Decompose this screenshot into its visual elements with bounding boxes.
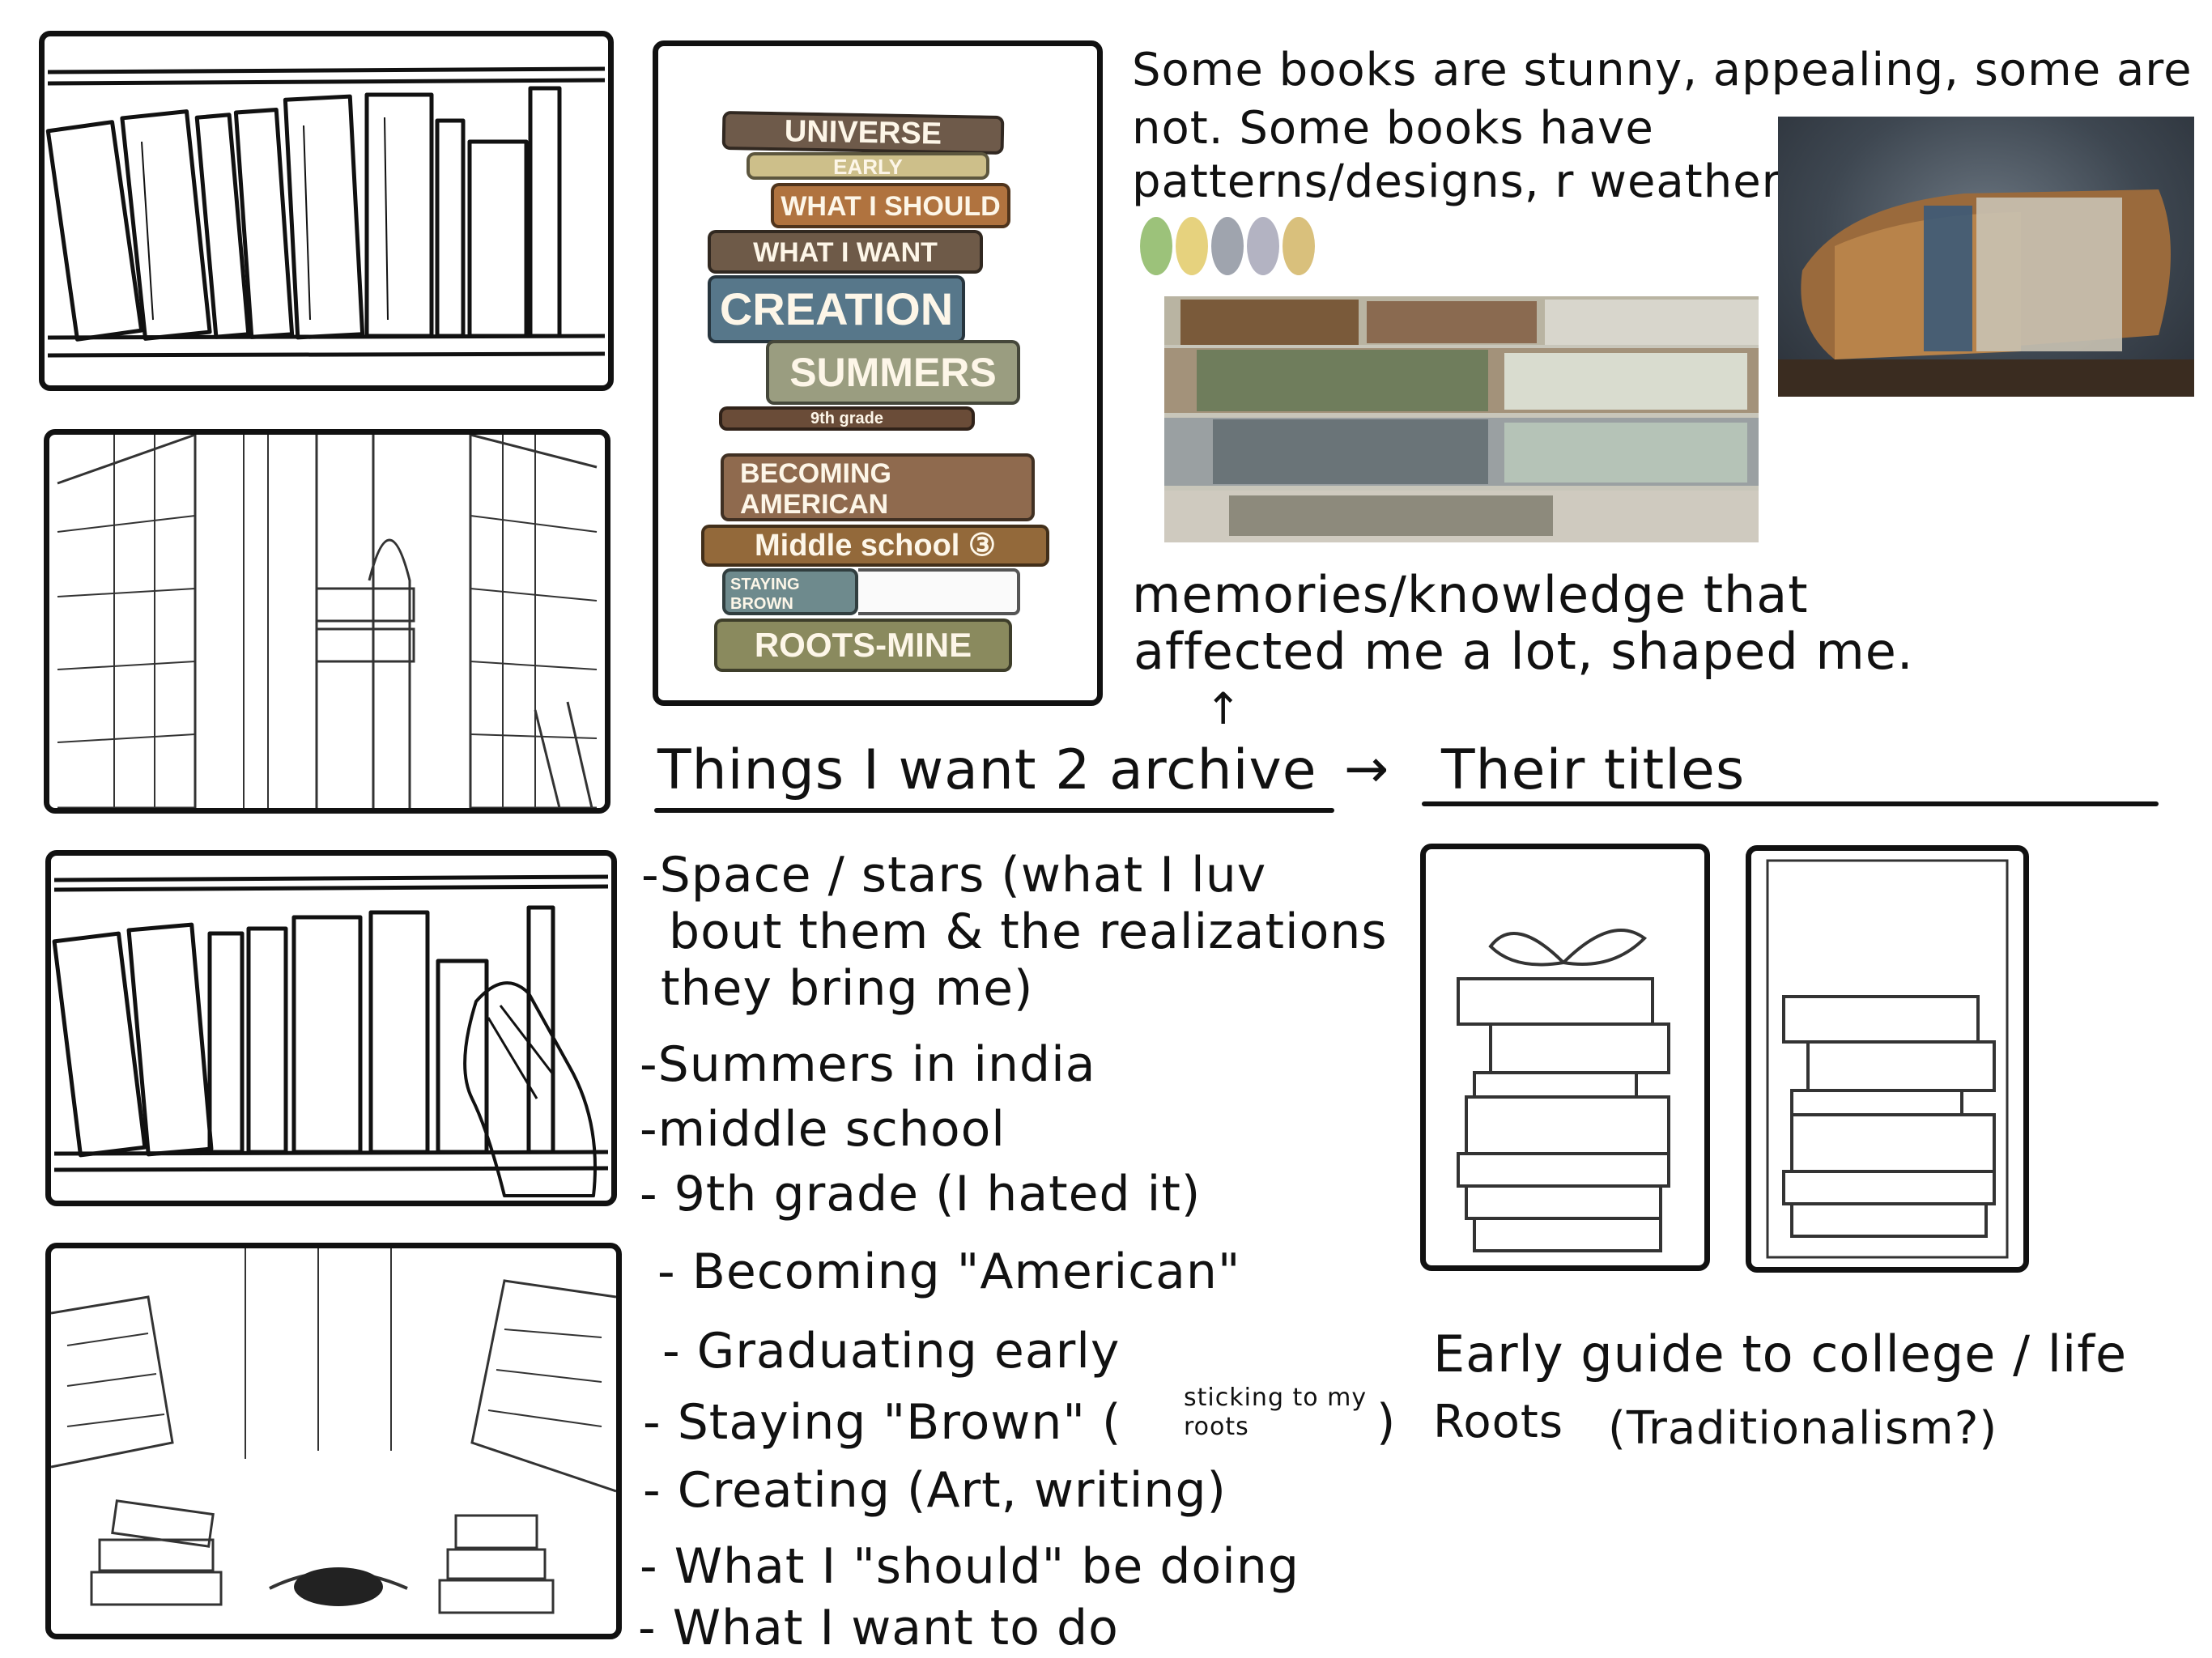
archive-item-becoming-american: - Becoming "American" [657,1244,1241,1300]
archive-item-what-i-should: - What I "should" be doing [640,1538,1300,1595]
book-stack-sketch [1766,859,2009,1259]
library-reading-sketch [50,1248,617,1614]
book-spine-staying-brown: STAYING BROWN [722,568,858,615]
title-caption-traditionalism: (Traditionalism?) [1608,1402,1998,1455]
archive-item-space-stars-cont-1: bout them & the realizations [669,903,1388,960]
heading-underline-titles [1422,801,2159,806]
note-appeal-line-1: Some books are stunny, appealing, some a… [1132,44,2193,96]
archive-item-space-stars: -Space / stars (what I luv [641,847,1267,903]
book-spine-roots-mine: ROOTS-MINE [714,619,1012,672]
book-spine-9th-grade: 9th grade [719,406,975,431]
book-spine-universe: UNIVERSE [721,110,1005,155]
reference-photo-newspaper-rolls [1164,296,1759,542]
title-caption-early-guide: Early guide to college / life [1433,1324,2128,1384]
note-appeal-line-2: not. Some books have [1132,102,1654,155]
book-stack-with-bow-sketch [1457,929,1670,1252]
color-swatch-green [1140,217,1172,275]
storyboard-panel-library-aisle [44,429,610,814]
book-spine-what-i-should: WHAT I SHOULD [771,183,1010,228]
note-memories-line-2: affected me a lot, shaped me. [1134,622,1914,681]
bookshelf-sketch [45,66,606,358]
staying-brown-note-close: ) [1376,1394,1397,1451]
library-aisle-sketch [57,432,598,810]
archive-item-staying-brown: - Staying "Brown" ( [643,1394,1122,1451]
title-caption-roots: Roots [1433,1396,1564,1448]
staying-brown-note-line-1: sticking to my [1184,1384,1368,1412]
book-spine-creation: CREATION [708,275,965,343]
storyboard-panel-hand-reaching [45,850,617,1206]
staying-brown-note-line-2: roots [1184,1413,1249,1441]
title-thumbnail-roots [1746,845,2029,1273]
book-spine-becoming-american: BECOMING AMERICAN [721,453,1035,521]
book-spine-early: EARLY [747,152,989,180]
storyboard-panel-library-reading [45,1243,622,1639]
sketch-board: UNIVERSE EARLY WHAT I SHOULD WHAT I WANT… [0,0,2212,1658]
title-thumbnail-early-guide [1420,844,1710,1271]
archive-item-what-i-want: - What I want to do [638,1600,1119,1656]
archive-item-creating: - Creating (Art, writing) [643,1462,1227,1519]
book-pages-white [858,568,1020,615]
archive-item-summers-in-india: -Summers in india [640,1036,1096,1093]
color-swatch-gray [1211,217,1244,275]
reference-photo-weathered-book [1778,117,2194,397]
heading-underline-archive [654,808,1334,813]
heading-their-titles: Their titles [1441,738,1746,802]
archive-item-space-stars-cont-2: they bring me) [661,960,1034,1017]
hand-reaching-sketch [52,874,609,1197]
heading-things-to-archive: Things I want 2 archive [657,738,1317,802]
color-swatch-yellow [1176,217,1208,275]
color-swatch-lavender [1247,217,1279,275]
storyboard-panel-bookshelf [39,31,614,391]
color-swatch-tan [1283,217,1315,275]
book-spine-what-i-want: WHAT I WANT [708,230,983,274]
arrow-up-icon: ↑ [1205,683,1243,734]
archive-item-middle-school: -middle school [640,1101,1006,1158]
archive-item-graduating-early: - Graduating early [662,1323,1121,1380]
note-memories-line-1: memories/knowledge that [1132,565,1809,624]
book-spine-summers: SUMMERS [766,340,1020,405]
archive-item-9th-grade: - 9th grade (I hated it) [640,1166,1202,1222]
arrow-right-icon: → [1344,738,1390,800]
book-spine-middle-school: Middle school ③ [701,525,1049,567]
note-appeal-line-3: patterns/designs, r weathered. [1132,155,1854,208]
